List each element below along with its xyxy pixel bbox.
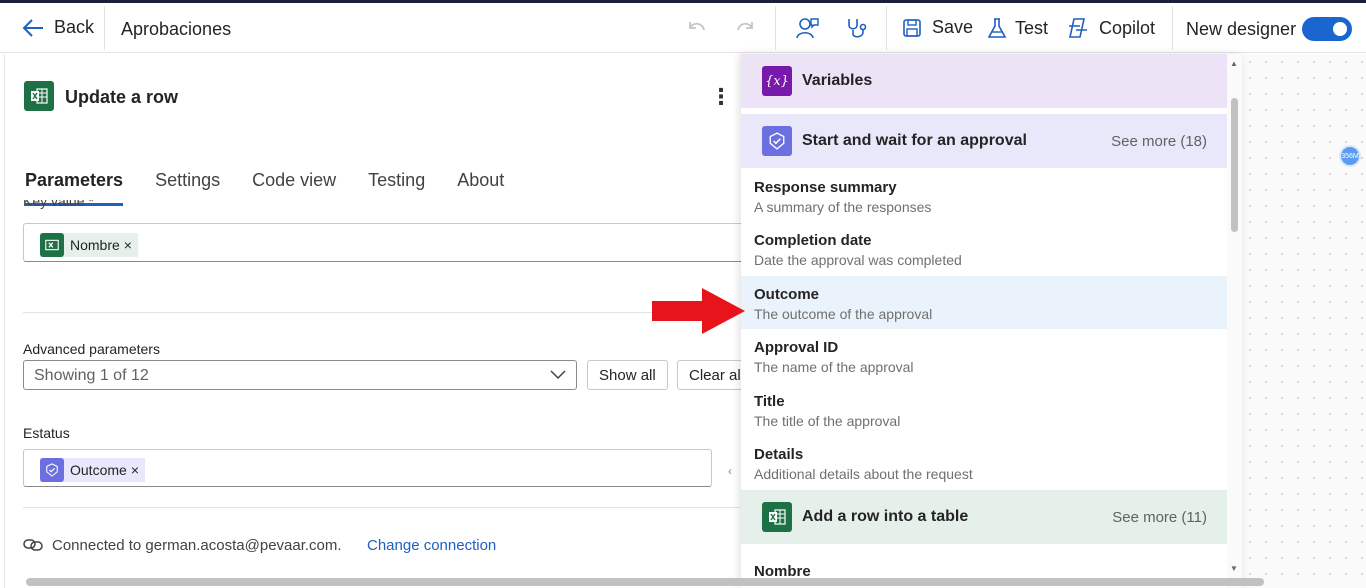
see-more-excel-link[interactable]: See more (11) [1112, 509, 1207, 526]
token-label: Outcome [70, 462, 127, 478]
copilot-button[interactable]: Copilot [1066, 16, 1155, 40]
save-label: Save [932, 17, 974, 37]
action-title: Update a row [65, 87, 179, 107]
copilot-icon [1069, 18, 1087, 38]
arrow-left-icon [22, 18, 43, 37]
see-more-approval-link[interactable]: See more (18) [1111, 133, 1207, 150]
item-title: Completion date [754, 232, 872, 249]
section-divider [23, 312, 743, 313]
show-all-button[interactable]: Show all [587, 360, 668, 390]
approval-icon [762, 126, 792, 156]
nombre-token[interactable]: Nombre × [40, 233, 138, 257]
token-remove-icon[interactable]: × [131, 462, 139, 478]
save-icon [903, 18, 921, 37]
redo-button[interactable] [734, 16, 756, 38]
item-title: Approval ID [754, 339, 839, 356]
tab-code-view[interactable]: Code view [252, 170, 336, 206]
chevron-down-icon [550, 370, 566, 380]
item-desc: The title of the approval [754, 413, 901, 429]
new-designer-label: New designer [1186, 19, 1297, 39]
approval-section-header[interactable]: Start and wait for an approval See more … [741, 114, 1227, 168]
clear-all-button[interactable]: Clear all [677, 360, 743, 390]
list-item-title[interactable]: Title The title of the approval [741, 383, 1227, 436]
variables-section-header[interactable]: {x} Variables [741, 54, 1227, 108]
variables-icon: {x} [762, 66, 792, 96]
scroll-down-icon[interactable]: ▼ [1230, 564, 1238, 573]
save-button[interactable]: Save [902, 17, 973, 38]
stethoscope-icon [848, 19, 867, 38]
annotation-arrow-icon [652, 288, 745, 334]
approval-icon [40, 458, 64, 482]
tab-about[interactable]: About [457, 170, 504, 206]
popup-scrollbar[interactable]: ▲ ▼ [1227, 54, 1242, 588]
toolbar-divider [104, 6, 105, 50]
approval-section-title: Start and wait for an approval [802, 132, 1027, 149]
scroll-thumb[interactable] [1231, 98, 1238, 232]
excel-section-title: Add a row into a table [802, 508, 969, 525]
test-label: Test [1015, 17, 1049, 38]
dropdown-value: Showing 1 of 12 [34, 367, 149, 384]
designer-toolbar: Back Aprobaciones Save Test Copilot New … [0, 3, 1366, 53]
token-remove-icon[interactable]: × [124, 237, 132, 253]
undo-icon [689, 22, 705, 31]
toolbar-divider [886, 6, 887, 50]
token-label: Nombre [70, 237, 120, 253]
tab-testing[interactable]: Testing [368, 170, 425, 206]
flow-name: Aprobaciones [121, 19, 232, 39]
connection-text: Connected to german.acosta@pevaar.com. [52, 537, 342, 554]
feedback-button[interactable] [795, 16, 819, 40]
redo-icon [737, 22, 753, 31]
list-item-completion-date[interactable]: Completion date Date the approval was co… [741, 222, 1227, 275]
person-feedback-icon [796, 18, 819, 39]
dynamic-content-pointer-icon: ‹ [728, 464, 732, 478]
key-value-label: Key value * [23, 200, 94, 209]
flow-canvas[interactable] [1242, 54, 1366, 588]
tab-settings[interactable]: Settings [155, 170, 220, 206]
toolbar-divider [775, 6, 776, 50]
action-tabs: Parameters Settings Code view Testing Ab… [25, 170, 504, 206]
outcome-token[interactable]: Outcome × [40, 458, 145, 482]
test-button[interactable]: Test [987, 17, 1048, 39]
list-item-response-summary[interactable]: Response summary A summary of the respon… [741, 169, 1227, 222]
toolbar-divider [1172, 6, 1173, 50]
canvas-badge: 356M [1339, 145, 1361, 167]
dynamic-content-list: {x} Variables Start and wait for an appr… [741, 54, 1227, 588]
list-item-outcome[interactable]: Outcome The outcome of the approval [741, 276, 1227, 329]
advanced-parameters-dropdown[interactable]: Showing 1 of 12 [23, 360, 577, 390]
item-title: Details [754, 446, 804, 463]
new-designer-toggle[interactable] [1302, 17, 1352, 41]
list-item-approval-id[interactable]: Approval ID The name of the approval [741, 329, 1227, 382]
excel-section-header[interactable]: Add a row into a table See more (11) [741, 490, 1227, 544]
toggle-knob [1333, 22, 1347, 36]
horizontal-scrollbar[interactable] [26, 578, 1264, 586]
item-desc: A summary of the responses [754, 199, 932, 215]
connection-link-icon [23, 536, 43, 559]
item-desc: Date the approval was completed [754, 252, 962, 268]
undo-button[interactable] [686, 16, 708, 38]
dynamic-content-popup: {x} Variables Start and wait for an appr… [741, 54, 1242, 588]
advanced-parameters-label: Advanced parameters [23, 341, 160, 357]
flow-checker-button[interactable] [845, 16, 869, 40]
excel-icon [40, 233, 64, 257]
flask-icon [987, 18, 1007, 38]
excel-icon [762, 502, 792, 532]
more-options-icon[interactable]: ⋮ [710, 84, 732, 110]
back-label: Back [54, 17, 95, 37]
item-title: Response summary [754, 179, 897, 196]
excel-icon [24, 81, 54, 111]
back-button[interactable]: Back [22, 17, 94, 38]
item-title: Outcome [754, 286, 820, 303]
item-title: Title [754, 393, 785, 410]
item-desc: The name of the approval [754, 359, 914, 375]
variables-title: Variables [802, 72, 873, 89]
section-divider [23, 507, 743, 508]
change-connection-link[interactable]: Change connection [367, 537, 496, 554]
estatus-label: Estatus [23, 425, 70, 441]
item-desc: The outcome of the approval [754, 306, 933, 322]
copilot-label: Copilot [1099, 17, 1156, 38]
scroll-up-icon[interactable]: ▲ [1230, 59, 1238, 68]
item-desc: Additional details about the request [754, 466, 973, 482]
list-item-details[interactable]: Details Additional details about the req… [741, 436, 1227, 489]
